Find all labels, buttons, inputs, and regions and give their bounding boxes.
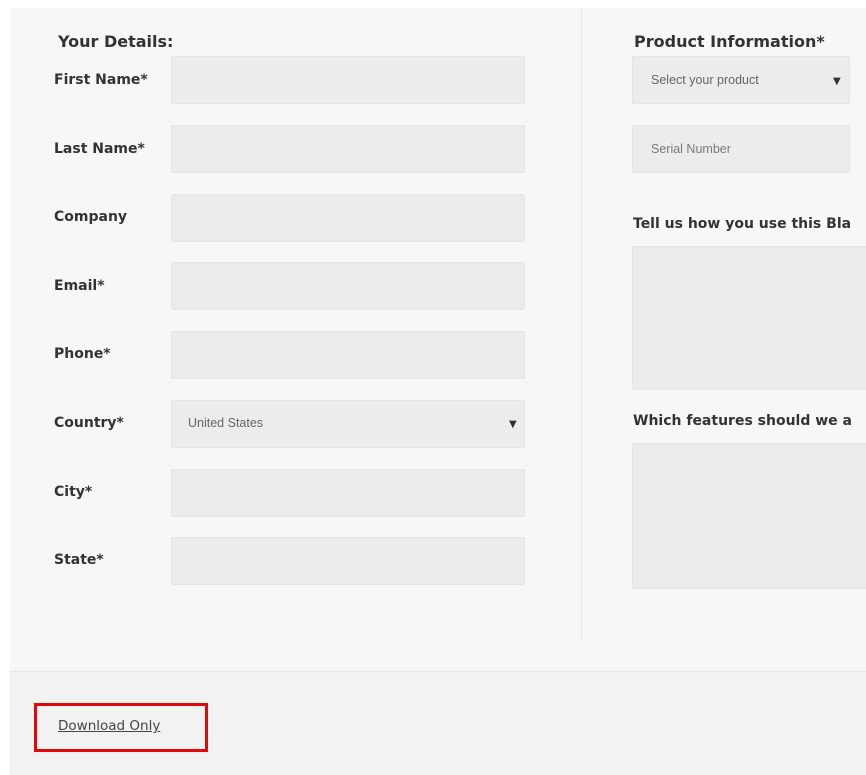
state-label: State* — [54, 552, 104, 568]
city-label: City* — [54, 484, 93, 500]
column-divider — [581, 8, 582, 640]
first-name-input[interactable] — [171, 56, 525, 104]
product-select-value: Select your product — [651, 73, 759, 87]
chevron-down-icon: ▼ — [833, 76, 841, 87]
phone-input[interactable] — [171, 331, 525, 379]
serial-number-input[interactable]: Serial Number — [632, 125, 850, 173]
last-name-input[interactable] — [171, 125, 525, 173]
country-label: Country* — [54, 415, 124, 431]
email-input[interactable] — [171, 262, 525, 310]
features-textarea[interactable] — [632, 443, 866, 589]
phone-label: Phone* — [54, 346, 111, 362]
last-name-label: Last Name* — [54, 141, 145, 157]
chevron-down-icon: ▼ — [509, 419, 517, 430]
usage-textarea[interactable] — [632, 246, 866, 390]
company-label: Company — [54, 209, 128, 225]
highlight-annotation-box — [34, 703, 208, 752]
company-input[interactable] — [171, 194, 525, 242]
country-select[interactable]: United States ▼ — [171, 400, 525, 448]
product-info-heading: Product Information* — [634, 32, 825, 51]
features-prompt-label: Which features should we a — [633, 413, 852, 429]
email-label: Email* — [54, 278, 105, 294]
serial-number-placeholder: Serial Number — [651, 142, 731, 156]
state-input[interactable] — [171, 537, 525, 585]
city-input[interactable] — [171, 469, 525, 517]
first-name-label: First Name* — [54, 72, 148, 88]
your-details-heading: Your Details: — [58, 32, 174, 51]
product-select[interactable]: Select your product ▼ — [632, 56, 850, 104]
country-select-value: United States — [188, 416, 264, 430]
usage-prompt-label: Tell us how you use this Bla — [633, 216, 852, 232]
